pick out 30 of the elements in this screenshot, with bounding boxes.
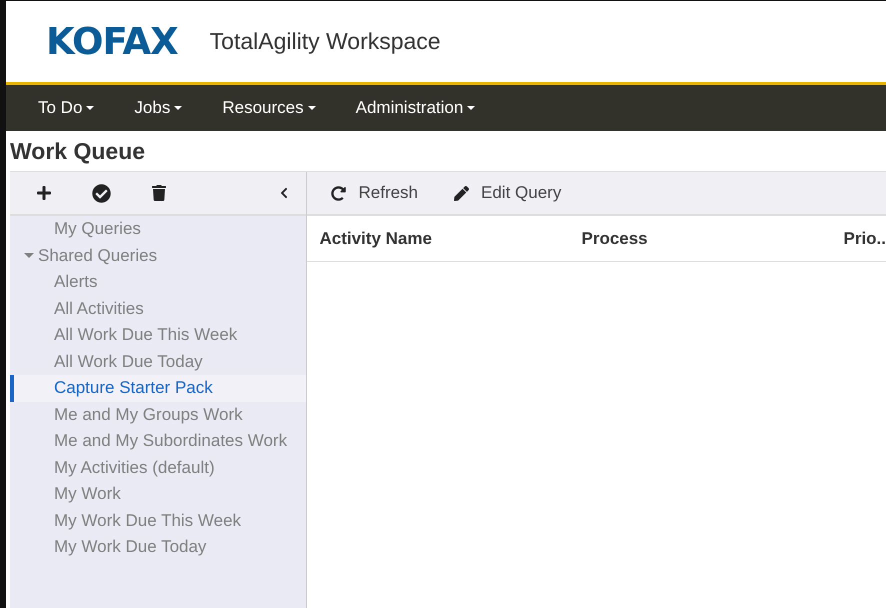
refresh-icon xyxy=(331,186,346,200)
tree-item[interactable]: Me and My Groups Work xyxy=(10,402,306,428)
nav-menu[interactable]: Jobs xyxy=(134,98,182,118)
check-circle-icon[interactable] xyxy=(92,184,111,202)
refresh-button[interactable]: Refresh xyxy=(331,183,418,203)
tree-item[interactable]: My Work Due This Week xyxy=(10,508,306,534)
tree-item[interactable]: All Activities xyxy=(10,296,306,322)
tree-item[interactable]: My Activities (default) xyxy=(10,454,306,481)
nav-menu[interactable]: To Do xyxy=(38,98,94,118)
column-header[interactable]: Process xyxy=(581,228,844,248)
add-icon[interactable] xyxy=(36,185,52,201)
tree-item[interactable]: My Queries xyxy=(10,216,306,242)
column-header[interactable]: Prio.. xyxy=(843,228,886,248)
tree-item[interactable]: My Work xyxy=(10,481,306,508)
logo: KOFAX xyxy=(46,20,178,63)
tree-item[interactable]: Capture Starter Pack xyxy=(10,375,306,402)
tree-item[interactable]: My Work Due Today xyxy=(10,534,306,560)
column-header[interactable]: Activity Name xyxy=(319,228,582,248)
edit-button[interactable]: Edit Query xyxy=(454,183,562,203)
trash-icon[interactable] xyxy=(151,185,167,201)
nav-menu[interactable]: Resources xyxy=(222,98,316,118)
tree-item[interactable]: Alerts xyxy=(10,269,306,296)
nav-menu[interactable]: Administration xyxy=(356,98,476,118)
tree-item[interactable]: All Work Due Today xyxy=(10,348,306,375)
tree-item[interactable]: All Work Due This Week xyxy=(10,322,306,348)
tree-item[interactable]: Me and My Subordinates Work xyxy=(10,428,306,454)
tree-item[interactable]: Shared Queries xyxy=(10,242,306,269)
page-title: Work Queue xyxy=(9,137,146,166)
app-title: TotalAgility Workspace xyxy=(210,28,441,55)
pencil-icon xyxy=(454,186,470,200)
